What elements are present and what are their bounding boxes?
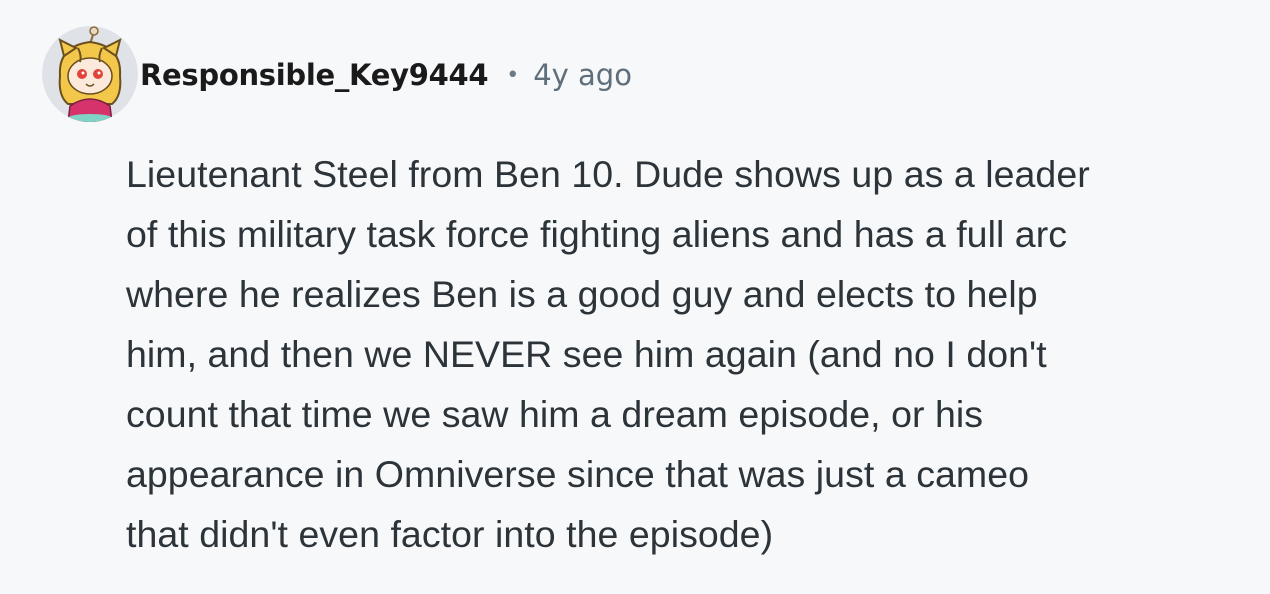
- comment-body-line: appearance in Omniverse since that was j…: [126, 453, 1030, 495]
- comment-timestamp[interactable]: 4y ago: [533, 58, 632, 92]
- snoo-avatar-icon: [42, 26, 138, 122]
- comment-body-line: that didn't even factor into the episode…: [126, 513, 774, 555]
- comment-body-line: Lieutenant Steel from Ben 10. Dude shows…: [126, 153, 1090, 195]
- meta-separator: •: [506, 62, 520, 88]
- comment-header: Responsible_Key9444 • 4y ago: [140, 52, 632, 98]
- comment-body-line: count that time we saw him a dream episo…: [126, 393, 984, 435]
- comment-body: Lieutenant Steel from Ben 10. Dude shows…: [126, 144, 1246, 564]
- comment-body-line: of this military task force fighting ali…: [126, 213, 1068, 255]
- comment-body-line: him, and then we NEVER see him again (an…: [126, 333, 1047, 375]
- author-username[interactable]: Responsible_Key9444: [140, 58, 489, 92]
- user-avatar[interactable]: [42, 26, 138, 122]
- comment: Responsible_Key9444 • 4y ago Lieutenant …: [0, 0, 1270, 594]
- comment-body-line: where he realizes Ben is a good guy and …: [126, 273, 1038, 315]
